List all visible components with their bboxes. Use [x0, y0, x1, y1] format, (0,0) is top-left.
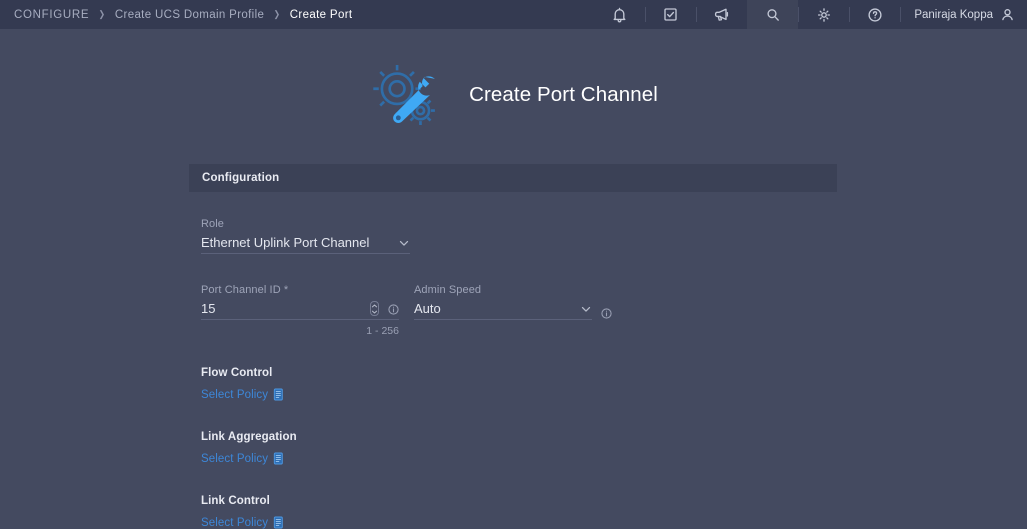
page-title: Create Port Channel	[469, 82, 658, 106]
port-channel-id-input-line[interactable]	[201, 301, 399, 320]
help-button[interactable]	[849, 0, 900, 29]
tasks-button[interactable]	[645, 0, 696, 29]
announcements-button[interactable]	[696, 0, 747, 29]
breadcrumb-item-create-ucs-domain-profile[interactable]: Create UCS Domain Profile	[115, 9, 264, 21]
configuration-panel-header: Configuration	[189, 164, 837, 192]
megaphone-icon	[715, 8, 729, 21]
policy-document-icon[interactable]	[273, 516, 284, 529]
breadcrumb-separator-icon: ❯	[98, 9, 106, 19]
settings-button[interactable]	[798, 0, 849, 29]
configuration-panel-body: Role Ethernet Uplink Port Channel Port C…	[189, 192, 837, 529]
port-channel-id-label: Port Channel ID *	[201, 284, 289, 296]
link-aggregation-select-policy-label[interactable]: Select Policy	[201, 453, 268, 465]
user-icon	[1002, 9, 1013, 21]
user-menu[interactable]: Paniraja Koppa	[900, 0, 1027, 29]
top-bar-toolbar: Paniraja Koppa	[594, 0, 1027, 29]
checklist-icon	[664, 8, 678, 21]
configuration-panel-title: Configuration	[202, 172, 280, 184]
breadcrumb: CONFIGURE ❯ Create UCS Domain Profile ❯ …	[0, 0, 594, 29]
breadcrumb-item-configure[interactable]: CONFIGURE	[14, 9, 89, 21]
port-channel-id-stepper[interactable]	[370, 301, 379, 316]
search-button[interactable]	[747, 0, 799, 29]
link-control-section: Link Control Select Policy	[201, 495, 837, 529]
page-hero: Create Port Channel	[0, 29, 1027, 160]
help-icon	[868, 7, 882, 22]
port-channel-id-input[interactable]	[201, 301, 370, 316]
info-icon[interactable]	[388, 304, 399, 315]
configuration-panel: Configuration Role Ethernet Uplink Port …	[189, 164, 837, 529]
breadcrumb-item-create-port[interactable]: Create Port	[290, 9, 353, 21]
notifications-button[interactable]	[594, 0, 645, 29]
link-aggregation-section: Link Aggregation Select Policy	[201, 431, 837, 465]
policy-document-icon[interactable]	[273, 388, 284, 401]
gears-wrench-illustration	[373, 64, 436, 125]
link-aggregation-title: Link Aggregation	[201, 431, 297, 443]
role-label: Role	[201, 218, 225, 230]
link-control-title: Link Control	[201, 495, 270, 507]
role-field: Role Ethernet Uplink Port Channel	[201, 218, 410, 254]
role-select[interactable]: Ethernet Uplink Port Channel	[201, 235, 410, 254]
chevron-down-icon	[399, 240, 409, 246]
user-name-label: Paniraja Koppa	[914, 8, 993, 21]
role-selected-value: Ethernet Uplink Port Channel	[201, 235, 370, 250]
link-aggregation-select-policy[interactable]: Select Policy	[201, 452, 837, 465]
port-channel-id-range-hint: 1 - 256	[366, 325, 399, 337]
link-control-select-policy-label[interactable]: Select Policy	[201, 517, 268, 529]
link-control-select-policy[interactable]: Select Policy	[201, 516, 837, 529]
stepper-up-icon[interactable]	[371, 303, 378, 308]
info-icon[interactable]	[601, 308, 612, 319]
port-channel-id-field: Port Channel ID * 15 1 - 256	[201, 284, 399, 337]
admin-speed-field: Admin Speed Auto	[414, 284, 612, 337]
stepper-down-icon[interactable]	[371, 310, 378, 314]
flow-control-select-policy[interactable]: Select Policy	[201, 388, 837, 401]
admin-speed-select[interactable]: Auto	[414, 301, 592, 320]
bell-icon	[613, 7, 626, 22]
flow-control-select-policy-label[interactable]: Select Policy	[201, 389, 268, 401]
search-icon	[767, 8, 779, 21]
flow-control-section: Flow Control Select Policy	[201, 367, 837, 401]
flow-control-title: Flow Control	[201, 367, 273, 379]
gear-icon	[817, 7, 830, 22]
admin-speed-label: Admin Speed	[414, 284, 482, 296]
admin-speed-selected-value: Auto	[414, 301, 441, 316]
id-and-speed-row: Port Channel ID * 15 1 - 256 Admin Speed…	[201, 284, 837, 337]
breadcrumb-separator-icon: ❯	[273, 9, 281, 19]
top-bar: CONFIGURE ❯ Create UCS Domain Profile ❯ …	[0, 0, 1027, 29]
chevron-down-icon	[581, 306, 591, 312]
policy-document-icon[interactable]	[273, 452, 284, 465]
